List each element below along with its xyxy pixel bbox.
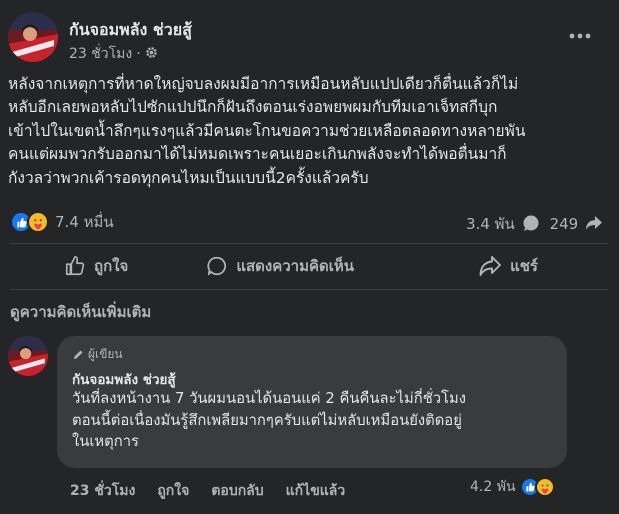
comment-button[interactable]: แสดงความคิดเห็น [206,247,400,285]
pencil-icon [74,350,83,359]
post-text: หลังจากเหตุการที่หาดใหญ่จบลงผมมีอาการเหม… [8,73,613,190]
comment-text-line: ตอนนี้ต่อเนื่องมันรู้สึกเพลียมากๆครับแต่… [72,411,462,429]
comment-text-line: ในเหตุการ [72,433,139,450]
comment-reaction-count: 4.2 พัน [470,479,516,495]
share-label: แชร์ [510,257,538,275]
post-text-line: หลังจากเหตุการที่หาดใหญ่จบลงผมมีอาการเหม… [8,75,519,93]
reaction-count: 7.4 หมื่น [55,213,114,231]
divider [10,289,608,290]
engagement-counts: 3.4 พัน 249 [466,212,603,236]
share-icon [479,256,502,276]
care-reaction-icon [534,477,555,497]
comment-text: วันที่ลงหน้างาน 7 วันผมนอนได้นอนแค่ 2 คื… [72,388,466,453]
divider [10,243,608,244]
more-dots-icon [569,33,591,39]
comment-time[interactable]: 23 ชั่วโมง [70,480,135,502]
commenter-avatar[interactable] [8,336,48,376]
like-label: ถูกใจ [94,257,129,275]
comment-icon [207,256,227,276]
meta-separator: · [136,46,141,62]
comment-actions: 23 ชั่วโมง ถูกใจ ตอบกลับ แก้ไขแล้ว [70,480,367,502]
like-button[interactable]: ถูกใจ [10,247,174,285]
author-badge-label: ผู้เขียน [88,347,123,361]
post-text-line: กังวลว่าพวกเค้ารอดทุกคนไหมเป็นแบบนี้2ครั… [8,168,369,187]
share-count[interactable]: 249 [550,215,603,233]
author-badge: ผู้เขียน [72,345,123,364]
comment-bubble-icon [523,215,539,231]
comment-like-button[interactable]: ถูกใจ [157,480,189,502]
post-actions: ถูกใจ แสดงความคิดเห็น แชร์ [10,247,608,285]
share-button[interactable]: แชร์ [432,247,608,285]
comment-count[interactable]: 3.4 พัน [466,212,540,236]
post-text-line: เข้าไปในเขตน้ำลึกๆแรงๆแล้วมีคนตะโกนขอควา… [8,121,526,140]
post-card: กันจอมพลัง ช่วยสู้ 23 ชั่วโมง · หลังจากเ… [0,0,619,514]
view-more-comments-link[interactable]: ดูความคิดเห็นเพิ่มเติม [10,300,151,324]
comment-edited-label[interactable]: แก้ไขแล้ว [286,480,346,502]
post-text-line: คนแต่ผมพวกรับออกมาได้ไม่หมดเพราะคนเยอะเก… [8,145,507,164]
gear-icon [145,46,158,63]
comment-text-line: วันที่ลงหน้างาน 7 วันผมนอนได้นอนแค่ 2 คื… [72,390,466,407]
share-arrow-icon [586,216,602,230]
comment-label: แสดงความคิดเห็น [236,257,355,275]
more-options-button[interactable] [566,26,594,46]
post-author-name[interactable]: กันจอมพลัง ช่วยสู้ [69,18,192,43]
comment-reply-button[interactable]: ตอบกลับ [211,480,263,502]
post-meta: 23 ชั่วโมง · [69,43,158,65]
comment-reaction-summary[interactable]: 4.2 พัน [470,476,555,498]
author-avatar[interactable] [8,12,58,62]
share-count-value: 249 [549,215,579,233]
comment-count-value: 3.4 พัน [466,215,515,233]
post-text-line: หลับอีกเลยพอหลับไปซักแปปนึกก็ฝันถึงตอนเร… [8,98,498,117]
thumbs-up-icon [65,256,85,276]
comment-bubble: ผู้เขียน กันจอมพลัง ช่วยสู้ วันที่ลงหน้า… [57,336,567,468]
post-time[interactable]: 23 ชั่วโมง [69,43,132,65]
reaction-summary[interactable]: 7.4 หมื่น [10,210,114,234]
care-reaction-icon [27,211,49,233]
comment-author-name[interactable]: กันจอมพลัง ช่วยสู้ [72,368,176,390]
